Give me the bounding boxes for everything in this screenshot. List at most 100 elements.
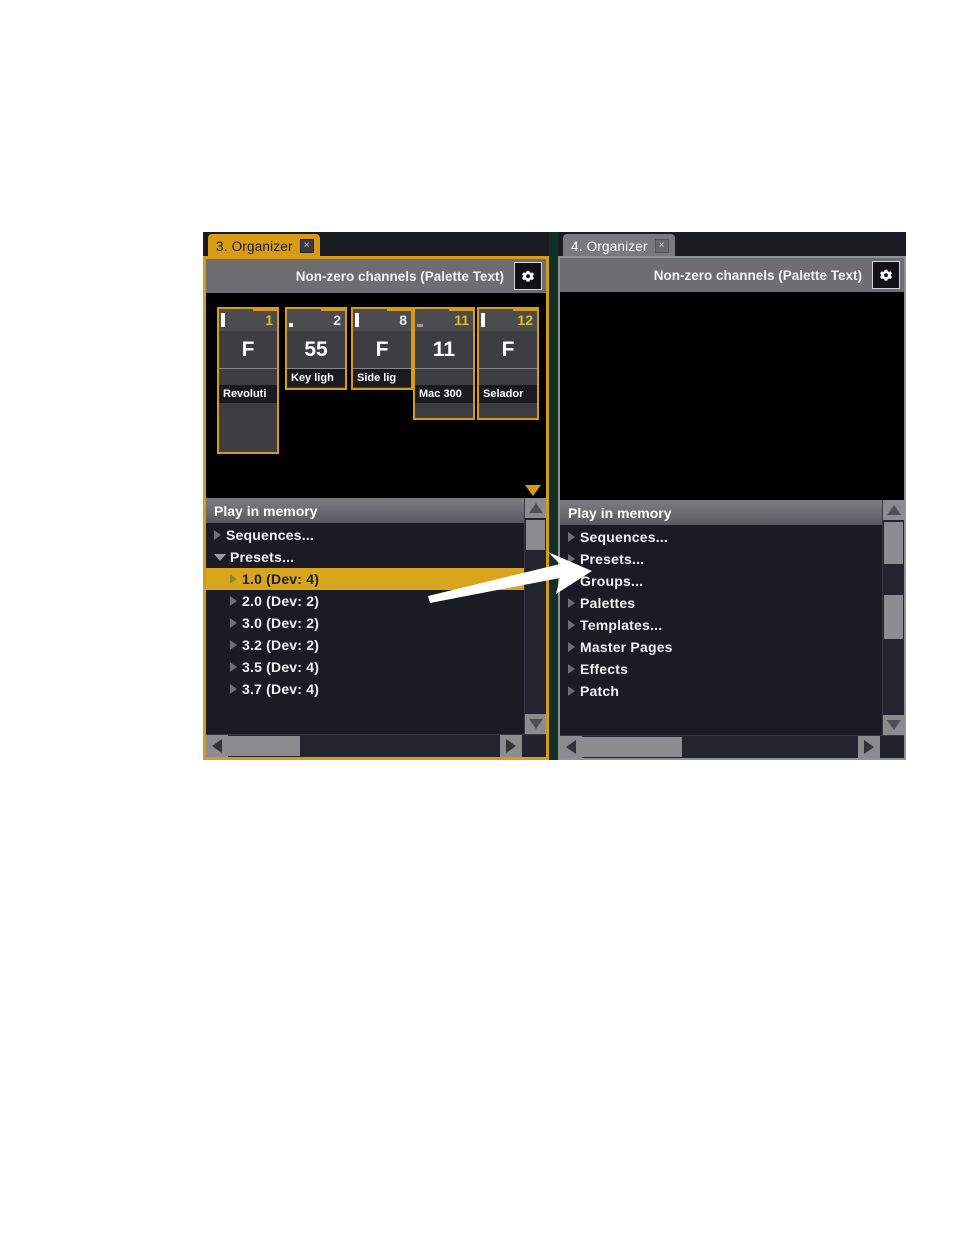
channel-tile[interactable]: 1 F Revoluti bbox=[217, 307, 279, 454]
channel-tile-tab bbox=[387, 309, 411, 311]
vertical-scroll-thumb[interactable] bbox=[884, 522, 903, 564]
scroll-up-button[interactable] bbox=[883, 500, 904, 520]
list-item[interactable]: 3.7 (Dev: 4) bbox=[206, 678, 524, 700]
scroll-down-triangle-icon[interactable] bbox=[525, 485, 541, 496]
expander-right-icon[interactable] bbox=[568, 664, 575, 674]
list-item-label: Presets... bbox=[580, 551, 645, 567]
expander-right-icon[interactable] bbox=[568, 554, 575, 564]
organizer-4-body: Non-zero channels (Palette Text) Play in… bbox=[558, 256, 906, 760]
tab-organizer-3[interactable]: 3. Organizer × bbox=[208, 234, 320, 258]
list-item[interactable]: Sequences... bbox=[206, 524, 524, 546]
list-item-label: 3.5 (Dev: 4) bbox=[242, 659, 320, 675]
tab-organizer-4[interactable]: 4. Organizer × bbox=[563, 234, 675, 258]
channel-level-mark-icon bbox=[417, 324, 423, 327]
vertical-scroll-track[interactable] bbox=[883, 520, 904, 715]
list-item[interactable]: Presets... bbox=[560, 548, 882, 570]
channel-tile-spacer bbox=[219, 369, 277, 385]
scroll-left-button[interactable] bbox=[560, 736, 582, 758]
list-item[interactable]: Sequences... bbox=[560, 526, 882, 548]
expander-down-icon[interactable] bbox=[214, 553, 226, 561]
channel-number: 8 bbox=[399, 312, 407, 328]
vertical-scrollbar-left[interactable] bbox=[524, 498, 546, 734]
horizontal-scroll-thumb[interactable] bbox=[582, 737, 682, 757]
channel-tile-spacer bbox=[415, 369, 473, 385]
list-row-left: Play in memory Sequences... Presets... 1… bbox=[206, 498, 546, 734]
list-item[interactable]: Templates... bbox=[560, 614, 882, 636]
gear-icon[interactable] bbox=[514, 262, 542, 290]
expander-right-icon[interactable] bbox=[230, 662, 237, 672]
pane-header-right: Non-zero channels (Palette Text) bbox=[560, 258, 904, 292]
list-row-right: Play in memory Sequences... Presets... G… bbox=[560, 500, 904, 735]
list-item-label: Palettes bbox=[580, 595, 636, 611]
vertical-scroll-thumb[interactable] bbox=[526, 520, 545, 550]
channel-tile-area-left: 1 F Revoluti 2 55 Key ligh 8 F Side lig … bbox=[206, 293, 546, 498]
channel-fixture-name: Side lig bbox=[353, 369, 411, 387]
channel-tile-foot bbox=[415, 403, 473, 415]
list-item[interactable]: 3.0 (Dev: 2) bbox=[206, 612, 524, 634]
channel-tile[interactable]: 2 55 Key ligh bbox=[285, 307, 347, 390]
list-item[interactable]: Effects bbox=[560, 658, 882, 680]
channel-tile-foot bbox=[219, 403, 277, 448]
scroll-down-button[interactable] bbox=[525, 714, 546, 734]
expander-right-icon[interactable] bbox=[568, 686, 575, 696]
expander-right-icon[interactable] bbox=[230, 618, 237, 628]
list-item-label: Sequences... bbox=[580, 529, 668, 545]
list-item[interactable]: Palettes bbox=[560, 592, 882, 614]
expander-right-icon[interactable] bbox=[230, 640, 237, 650]
vertical-scrollbar-right[interactable] bbox=[882, 500, 904, 735]
pane-header-left: Non-zero channels (Palette Text) bbox=[206, 259, 546, 293]
horizontal-scrollbar-left[interactable] bbox=[206, 734, 546, 757]
scroll-right-button[interactable] bbox=[858, 736, 880, 758]
vertical-scroll-thumb-secondary[interactable] bbox=[884, 595, 903, 639]
list-column-left: Play in memory Sequences... Presets... 1… bbox=[206, 498, 524, 734]
triangle-left-icon bbox=[566, 740, 576, 754]
channel-value: F bbox=[479, 331, 537, 369]
list-item[interactable]: Master Pages bbox=[560, 636, 882, 658]
tabstrip-left: 3. Organizer × bbox=[203, 232, 549, 258]
screenshot-stage: 3. Organizer × Non-zero channels (Palett… bbox=[0, 0, 954, 1235]
channel-number: 12 bbox=[517, 312, 533, 328]
close-icon[interactable]: × bbox=[654, 239, 669, 253]
channel-tile[interactable]: 12 F Selador bbox=[477, 307, 539, 420]
list-item[interactable]: Presets... bbox=[206, 546, 524, 568]
expander-right-icon[interactable] bbox=[568, 576, 575, 586]
horizontal-scroll-track[interactable] bbox=[582, 736, 858, 758]
list-item-label: Effects bbox=[580, 661, 629, 677]
vertical-scroll-track[interactable] bbox=[525, 518, 546, 714]
list-item[interactable]: Patch bbox=[560, 680, 882, 702]
close-icon[interactable]: × bbox=[299, 239, 314, 253]
scroll-left-button[interactable] bbox=[206, 735, 228, 757]
list-item-label: Templates... bbox=[580, 617, 663, 633]
expander-right-icon[interactable] bbox=[568, 532, 575, 542]
expander-right-icon[interactable] bbox=[230, 574, 237, 584]
channel-tile[interactable]: 8 F Side lig bbox=[351, 307, 413, 390]
expander-right-icon[interactable] bbox=[214, 530, 221, 540]
horizontal-scroll-thumb[interactable] bbox=[228, 736, 300, 756]
channel-fixture-name: Selador bbox=[479, 385, 537, 403]
scroll-right-button[interactable] bbox=[500, 735, 522, 757]
scroll-down-button[interactable] bbox=[883, 715, 904, 735]
triangle-up-icon bbox=[528, 503, 543, 513]
expander-right-icon[interactable] bbox=[568, 598, 575, 608]
triangle-right-icon bbox=[506, 739, 516, 753]
list-item-label: Presets... bbox=[230, 549, 295, 565]
scroll-up-button[interactable] bbox=[525, 498, 546, 518]
gear-icon[interactable] bbox=[872, 261, 900, 289]
list-item-selected[interactable]: 1.0 (Dev: 4) bbox=[206, 568, 524, 590]
expander-right-icon[interactable] bbox=[568, 620, 575, 630]
list-item[interactable]: 2.0 (Dev: 2) bbox=[206, 590, 524, 612]
play-in-memory-pane-left: Play in memory Sequences... Presets... 1… bbox=[206, 498, 546, 757]
play-in-memory-pane-right: Play in memory Sequences... Presets... G… bbox=[560, 500, 904, 758]
horizontal-scrollbar-right[interactable] bbox=[560, 735, 904, 758]
expander-right-icon[interactable] bbox=[568, 642, 575, 652]
channel-tile-foot bbox=[479, 403, 537, 415]
list-item[interactable]: 3.5 (Dev: 4) bbox=[206, 656, 524, 678]
list-item[interactable]: Groups... bbox=[560, 570, 882, 592]
expander-right-icon[interactable] bbox=[230, 596, 237, 606]
expander-right-icon[interactable] bbox=[230, 684, 237, 694]
horizontal-scroll-track[interactable] bbox=[228, 735, 500, 757]
channel-tile-head: 8 bbox=[353, 309, 411, 331]
list-item[interactable]: 3.2 (Dev: 2) bbox=[206, 634, 524, 656]
channel-tile[interactable]: 11 11 Mac 300 bbox=[413, 307, 475, 420]
channel-tile-tab bbox=[321, 309, 345, 311]
